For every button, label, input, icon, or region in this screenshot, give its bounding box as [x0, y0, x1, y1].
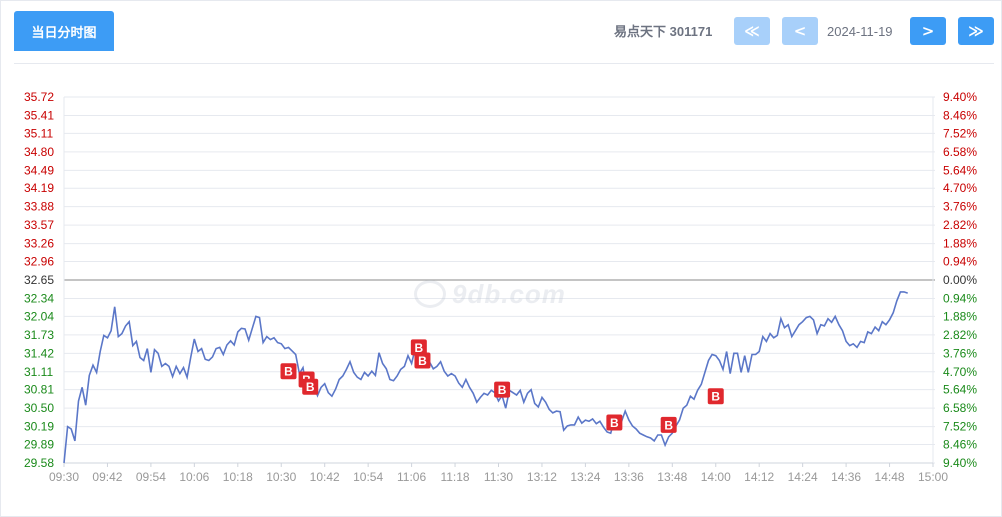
- percent-tick-label: 1.88%: [943, 237, 977, 251]
- price-tick-label: 35.72: [24, 90, 54, 104]
- price-tick-label: 35.41: [24, 108, 54, 122]
- price-tick-label: 34.19: [24, 181, 54, 195]
- price-tick-label: 33.26: [24, 237, 54, 251]
- price-series-line: [63, 291, 908, 464]
- percent-tick-label: 5.64%: [943, 163, 977, 177]
- time-tick-label: 10:30: [266, 470, 296, 484]
- percent-tick-label: 1.88%: [943, 309, 977, 323]
- time-tick-label: 14:36: [831, 470, 861, 484]
- percent-tick-label: 0.94%: [943, 291, 977, 305]
- price-tick-label: 34.49: [24, 163, 54, 177]
- price-tick-label: 32.04: [24, 309, 54, 323]
- price-tick-label: 33.57: [24, 218, 54, 232]
- time-tick-label: 09:54: [136, 470, 166, 484]
- percent-axis-labels: 9.40% 8.46% 7.52% 6.58% 5.64% 4.70% 3.76% 2.82%…: [943, 90, 977, 470]
- percent-tick-label: 5.64%: [943, 383, 977, 397]
- price-tick-label: 34.80: [24, 145, 54, 159]
- buy-marker: B: [707, 388, 724, 405]
- buy-marker-label: B: [284, 365, 293, 379]
- percent-tick-label: 4.70%: [943, 365, 977, 379]
- percent-tick-label: 4.70%: [943, 181, 977, 195]
- grid-lines: [63, 96, 935, 464]
- price-axis-labels: 35.72 35.41 35.11 34.80 34.49 34.19 33.88 33.57…: [24, 90, 54, 470]
- time-tick-label: 10:18: [223, 470, 253, 484]
- time-tick-label: 14:00: [701, 470, 731, 484]
- price-tick-label: 33.88: [24, 200, 54, 214]
- time-tick-label: 11:06: [397, 470, 426, 484]
- percent-tick-label: 7.52%: [943, 420, 977, 434]
- percent-tick-label: 9.40%: [943, 456, 977, 470]
- price-tick-label: 30.50: [24, 401, 54, 415]
- percent-tick-label: 9.40%: [943, 90, 977, 104]
- buy-marker-label: B: [498, 383, 507, 397]
- buy-marker: B: [660, 416, 677, 433]
- time-tick-label: 15:00: [918, 470, 948, 484]
- price-tick-label: 30.19: [24, 420, 54, 434]
- percent-tick-label: 7.52%: [943, 126, 977, 140]
- percent-tick-label: 3.76%: [943, 200, 977, 214]
- time-tick-label: 09:30: [49, 470, 79, 484]
- buy-marker-label: B: [610, 416, 619, 430]
- price-tick-label: 35.11: [24, 126, 53, 140]
- buy-marker-label: B: [418, 354, 427, 368]
- percent-tick-label: 0.94%: [943, 255, 977, 269]
- percent-tick-label: 8.46%: [943, 108, 977, 122]
- price-tick-label: 29.58: [24, 456, 54, 470]
- time-tick-label: 10:42: [310, 470, 340, 484]
- price-tick-label: 31.42: [24, 346, 54, 360]
- time-tick-label: 13:48: [657, 470, 687, 484]
- percent-tick-label: 6.58%: [943, 401, 977, 415]
- buy-marker-label: B: [306, 380, 315, 394]
- time-tick-label: 13:36: [614, 470, 644, 484]
- buy-marker: B: [494, 381, 511, 398]
- percent-tick-label: 2.82%: [943, 218, 977, 232]
- time-tick-label: 14:24: [788, 470, 818, 484]
- percent-tick-label: 6.58%: [943, 145, 977, 159]
- buy-marker: B: [414, 352, 431, 369]
- price-tick-label: 32.65: [24, 273, 54, 287]
- time-axis: 09:30 09:42 09:54 10:06 10:18 10:30 10:42 10:54…: [49, 463, 948, 484]
- percent-tick-label: 8.46%: [943, 438, 977, 452]
- time-tick-label: 11:30: [484, 470, 513, 484]
- buy-marker: B: [302, 378, 319, 395]
- buy-marker-label: B: [711, 390, 720, 404]
- time-tick-label: 10:06: [179, 470, 209, 484]
- buy-marker-label: B: [664, 418, 673, 432]
- price-tick-label: 29.89: [24, 438, 54, 452]
- buy-marker: B: [606, 414, 623, 431]
- time-tick-label: 13:12: [527, 470, 557, 484]
- price-tick-label: 32.34: [24, 291, 54, 305]
- time-tick-label: 10:54: [353, 470, 383, 484]
- price-tick-label: 32.96: [24, 255, 54, 269]
- percent-tick-label: 2.82%: [943, 328, 977, 342]
- time-tick-label: 09:42: [92, 470, 122, 484]
- time-tick-label: 14:12: [744, 470, 774, 484]
- price-tick-label: 30.81: [24, 383, 54, 397]
- price-tick-label: 31.11: [24, 365, 53, 379]
- percent-tick-label: 3.76%: [943, 346, 977, 360]
- time-tick-label: 14:48: [875, 470, 905, 484]
- time-tick-label: 11:18: [440, 470, 469, 484]
- price-tick-label: 31.73: [24, 328, 54, 342]
- buy-marker: B: [280, 363, 297, 380]
- time-tick-label: 13:24: [570, 470, 600, 484]
- percent-tick-label: 0.00%: [943, 273, 977, 287]
- intraday-price-chart: 35.72 35.41 35.11 34.80 34.49 34.19 33.88 33.57…: [24, 90, 977, 484]
